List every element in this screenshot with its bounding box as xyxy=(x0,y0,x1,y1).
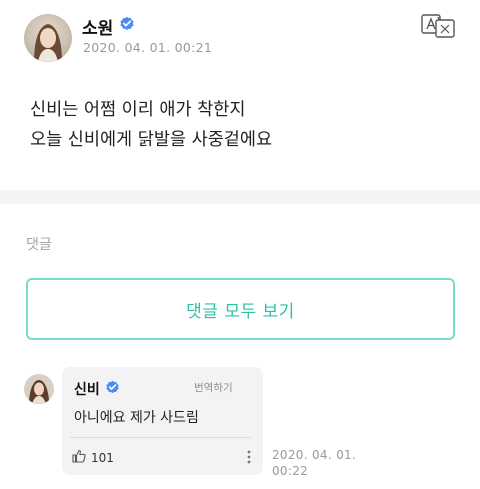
verified-badge-icon xyxy=(119,16,135,37)
post-body-line: 오늘 신비에게 닭발을 사중겉에요 xyxy=(30,130,273,150)
author-name-row: 소원 xyxy=(82,14,135,39)
comment-text: 아니에요 제가 사드림 xyxy=(74,410,199,426)
comment-author-avatar[interactable] xyxy=(24,374,54,404)
view-all-comments-button[interactable]: 댓글 모두 보기 xyxy=(26,278,455,340)
comments-section-label: 댓글 xyxy=(26,237,52,253)
comment-timestamp-time: 00:22 xyxy=(272,464,309,478)
comment-translate-link[interactable]: 번역하기 xyxy=(194,380,233,395)
author-avatar[interactable] xyxy=(24,14,72,62)
comment-like-button[interactable]: 101 xyxy=(72,449,114,466)
comment-divider xyxy=(70,437,251,438)
comment-timestamp-date: 2020. 04. 01. xyxy=(272,448,357,462)
post-card: 소원 2020. 04. 01. 00:21 신비는 어쩜 이리 애가 착한지 … xyxy=(0,0,480,190)
thumbs-up-icon xyxy=(72,449,86,466)
post-timestamp: 2020. 04. 01. 00:21 xyxy=(83,40,213,55)
verified-badge-icon xyxy=(105,380,120,399)
post-body-line: 신비는 어쩜 이리 애가 착한지 xyxy=(30,100,246,120)
view-all-comments-label: 댓글 모두 보기 xyxy=(186,301,295,322)
comment-bubble: 신비 번역하기 아니에요 제가 사드림 101 xyxy=(62,367,263,475)
post-body: 신비는 어쩜 이리 애가 착한지 오늘 신비에게 닭발을 사중겉에요 xyxy=(30,95,272,155)
comment-author-row: 신비 xyxy=(74,379,120,399)
comment-author-name[interactable]: 신비 xyxy=(74,379,100,399)
comment-timestamp: 2020. 04. 01. 00:22 xyxy=(272,447,372,479)
more-options-icon[interactable] xyxy=(242,449,256,465)
author-name[interactable]: 소원 xyxy=(82,14,113,39)
section-divider xyxy=(0,190,480,204)
translate-icon[interactable] xyxy=(421,14,455,38)
comment-like-count: 101 xyxy=(91,450,114,465)
